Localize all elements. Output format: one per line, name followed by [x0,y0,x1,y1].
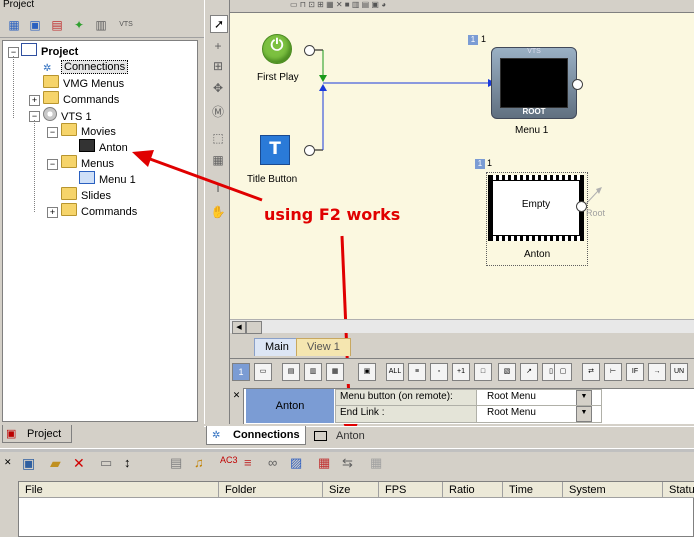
horizontal-scrollbar[interactable]: ◀ [230,319,694,334]
connections-canvas[interactable]: ⏻ First Play T Title Button 1 1 VTS ROOT… [132,13,694,442]
asset-toolbar: ✕ ▣ ▰ ✕ ▭ ↕ ▤ ♫ AC3 ≡ ∞ ▨ ▦ ⇆ ▦ [0,452,694,478]
movie-button[interactable]: ▭ [254,363,272,381]
props-close-icon[interactable]: ✕ [230,388,244,424]
anton-empty-label: Empty [521,199,551,210]
tab-connections[interactable]: Connections [206,426,306,445]
number-button[interactable]: 1 [232,363,250,381]
film-perforations-top [490,175,582,180]
connections-tab-icon: ✲ [212,430,221,441]
ac3-icon[interactable]: AC3 [220,455,238,465]
menu-button[interactable]: ▤ [282,363,300,381]
col-file[interactable]: File [19,482,219,498]
col-size[interactable]: Size [323,482,379,498]
menu1-node[interactable]: VTS ROOT [491,47,577,119]
all-button[interactable]: ALL [386,363,404,381]
col-time[interactable]: Time [503,482,563,498]
col-ratio[interactable]: Ratio [443,482,503,498]
chain-icon[interactable]: ∞ [268,455,277,470]
film-icon[interactable]: ▦ [318,455,330,471]
col-fps[interactable]: FPS [379,482,443,498]
subtitle-icon[interactable]: ≡ [244,455,252,470]
menu1-number: 1 [481,34,487,44]
un-button[interactable]: UN [670,363,688,381]
delete-icon[interactable]: ✕ [73,455,85,472]
dropdown-arrow-icon[interactable]: ▼ [576,406,592,422]
film-perforations-bottom [490,236,582,241]
anton-node[interactable]: Empty [488,175,584,241]
annotation-text: using F2 works [264,205,401,224]
open-folder-icon[interactable]: ▰ [50,455,61,472]
chapter-button[interactable]: ▧ [498,363,516,381]
col-folder[interactable]: Folder [219,482,323,498]
lines-button[interactable]: ≡ [408,363,426,381]
plus1-button[interactable]: +1 [452,363,470,381]
anton-screen: Empty [493,181,579,235]
col-system[interactable]: System [563,482,663,498]
element-toolbar: 1 ▭ ▤ ▥ ▦ ▣ ALL ≡ ▫ +1 □ ▧ ↗ ▯ ▢ ⇄ ⊢ IF … [230,358,694,384]
extra-button[interactable]: ▢ [554,363,572,381]
convert-icon[interactable]: ⇆ [342,455,353,471]
window-icon[interactable]: ▣ [22,455,35,472]
image-icon[interactable]: ▨ [290,455,302,471]
anton-label: Anton [524,249,551,260]
properties-icon[interactable]: ▭ [100,455,112,471]
menu1-output-port[interactable] [572,79,583,90]
close-icon[interactable]: ✕ [4,457,12,468]
file-table: File Folder Size FPS Ratio Time System S… [18,481,694,537]
prop-label-end-link: End Link : [335,405,482,423]
menu1-badge: 1 [468,35,478,45]
col-status[interactable]: Status [663,482,694,498]
menu1-root-label: ROOT [522,107,546,116]
scroll-left-icon[interactable]: ◀ [232,321,246,334]
jump-button[interactable]: ↗ [520,363,538,381]
grid-icon[interactable]: ▦ [370,455,382,471]
root-link-label: Root [586,208,606,218]
arrow-button[interactable]: → [648,363,666,381]
menu1-screen [500,58,568,108]
frame-button[interactable]: ▣ [358,363,376,381]
tab-view1[interactable]: View 1 [296,338,351,356]
audio-icon[interactable]: ♫ [194,455,204,470]
view-tabs: Main View 1 [230,338,694,356]
tree-button[interactable]: ⊢ [604,363,622,381]
selected-object-name[interactable]: Anton [246,389,334,423]
anton-number: 1 [487,158,493,168]
sort-icon[interactable]: ↕ [124,455,131,470]
box-button[interactable]: □ [474,363,492,381]
scroll-thumb[interactable] [246,321,262,334]
dropdown-arrow-icon[interactable]: ▼ [576,390,592,406]
menu1-label: Menu 1 [515,125,549,136]
link-button[interactable]: ⇄ [582,363,600,381]
annotation-arrows [132,150,359,442]
grid-button[interactable]: ▦ [326,363,344,381]
movie-tab-icon [314,431,327,441]
project-tab-icon: ▣ [6,428,17,440]
anton-badge: 1 [475,159,485,169]
list-icon[interactable]: ▤ [170,455,182,471]
tab-main[interactable]: Main [254,338,300,356]
if-button[interactable]: IF [626,363,644,381]
list-button[interactable]: ▥ [304,363,322,381]
square-button[interactable]: ▫ [430,363,448,381]
menu1-vts-label: VTS [527,48,541,55]
